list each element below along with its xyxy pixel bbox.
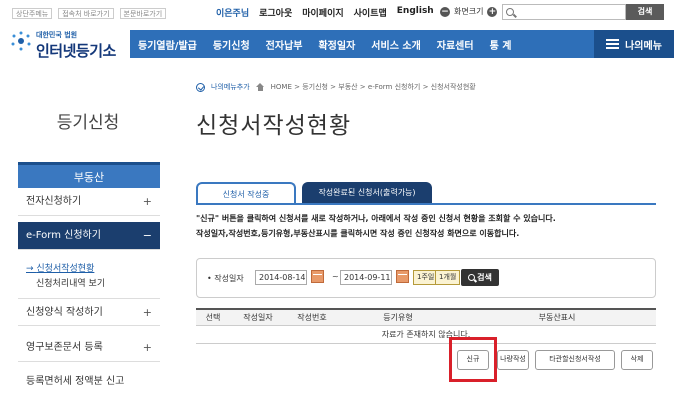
sidebar-sub-item-history[interactable]: 신청처리내역 보기 [36, 276, 105, 289]
calendar-icon[interactable] [396, 270, 409, 283]
sidebar-item-e-application[interactable]: 전자신청하기 + [18, 188, 160, 216]
nav-item-service[interactable]: 서비스 소개 [363, 37, 428, 52]
table-header-row: 선택 작성일자 작성번호 등기유형 부동산표시 [196, 308, 656, 326]
arrow-icon: → [26, 264, 37, 274]
sidebar-item-label: 신청양식 작성하기 [26, 307, 103, 318]
col-number: 작성번호 [286, 308, 338, 326]
description-line-2: 작성일자,작성번호,등기유형,부동산표시를 클릭하시면 작성 중인 신청작성 화… [196, 229, 520, 238]
site-logo[interactable]: 대한민국 법원 인터넷등기소 [10, 28, 128, 60]
other-jurisdiction-button[interactable]: 타관할신청서작성 [535, 350, 615, 370]
user-name: 이은주님 [216, 9, 250, 19]
top-search-button[interactable]: 검색 [626, 4, 664, 20]
skip-link-content[interactable]: 본문바로가기 [119, 8, 167, 19]
breadcrumb: 나의메뉴추가 HOME > 등기신청 > 부동산 > e-Form 신청하기 >… [196, 82, 476, 92]
sidebar-item-label: e-Form 신청하기 [26, 230, 101, 241]
top-search-input[interactable] [502, 4, 626, 20]
col-type: 등기유형 [338, 308, 458, 326]
plus-icon: + [142, 306, 152, 319]
add-my-menu-link[interactable]: 나의메뉴추가 [211, 82, 250, 92]
skip-link-shortcut[interactable]: 접속처 바로가기 [58, 8, 114, 19]
status-tabs: 신청서 작성중 작성완료된 신청서(출력가능) [196, 182, 432, 204]
plus-icon: + [142, 195, 152, 208]
period-month-button[interactable]: 1개월 [435, 270, 461, 285]
skip-link-main-menu[interactable]: 상단주메뉴 [12, 8, 53, 19]
search-filter-box: • 작성일자 2014-08-14 ~ 2014-09-11 1주일 1개월 검… [196, 258, 656, 298]
search-icon [506, 8, 514, 16]
main-nav: 등기열람/발급 등기신청 전자납부 확정일자 서비스 소개 자료센터 통 계 나… [130, 30, 674, 58]
skip-links: 상단주메뉴 접속처 바로가기 본문바로가기 [12, 8, 167, 19]
new-button-highlight [449, 337, 497, 382]
sidebar-item-label: 등록면허세 정액분 신고 [26, 376, 125, 387]
sidebar-item-e-form[interactable]: e-Form 신청하기 − [18, 222, 160, 250]
col-select: 선택 [196, 308, 230, 326]
mypage-link[interactable]: 마이페이지 [302, 6, 343, 19]
logout-link[interactable]: 로그아웃 [259, 6, 292, 19]
plus-icon: + [142, 341, 152, 354]
col-property: 부동산표시 [458, 308, 656, 326]
nav-item-view-issue[interactable]: 등기열람/발급 [130, 37, 205, 52]
user-links: 이은주님 로그아웃 마이페이지 사이트맵 English [216, 6, 434, 19]
menu-icon [606, 39, 620, 49]
font-increase-icon[interactable]: + [487, 6, 498, 17]
date-from-input[interactable]: 2014-08-14 [255, 270, 307, 285]
breadcrumb-path: HOME > 등기신청 > 부동산 > e-Form 신청하기 > 신청서작성현… [270, 83, 476, 91]
sidebar-item-license-tax[interactable]: 등록면허세 정액분 신고 [18, 368, 160, 396]
sidebar-item-label: 영구보존문서 등록 [26, 342, 103, 353]
top-utility-bar: 상단주메뉴 접속처 바로가기 본문바로가기 이은주님 로그아웃 마이페이지 사이… [0, 0, 674, 26]
my-menu-button[interactable]: 나의메뉴 [594, 30, 674, 58]
description-line-1: "신규" 버튼을 클릭하여 신청서를 새로 작성하거나, 아래에서 작성 중인 … [196, 214, 556, 223]
logo-org: 대한민국 법원 [36, 31, 78, 39]
english-link[interactable]: English [397, 6, 434, 19]
sidebar-header[interactable]: 부동산 [18, 162, 160, 188]
date-filter-label: • 작성일자 [207, 274, 244, 283]
search-icon [468, 274, 476, 281]
check-icon [196, 82, 205, 92]
sidebar-item-permanent-doc[interactable]: 영구보존문서 등록 + [18, 334, 160, 362]
font-size-label: 화면크기 [454, 7, 484, 16]
batch-write-button[interactable]: 나량작성 [497, 350, 529, 370]
logo-name: 인터넷등기소 [36, 42, 116, 60]
nav-item-fixed-date[interactable]: 확정일자 [310, 37, 363, 52]
sidebar-sub-item-label: 신청서작성현황 [36, 264, 95, 274]
sitemap-link[interactable]: 사이트맵 [354, 6, 387, 19]
court-emblem-icon [11, 31, 31, 51]
page-title: 신청서작성현황 [196, 113, 352, 139]
filter-search-label: 검색 [477, 273, 492, 282]
nav-item-registration[interactable]: 등기신청 [205, 37, 258, 52]
table-empty-message: 자료가 존재하지 않습니다. [196, 325, 656, 344]
my-menu-label: 나의메뉴 [625, 40, 662, 52]
sidebar-item-form-write[interactable]: 신청양식 작성하기 + [18, 298, 160, 326]
sidebar-title: 등기신청 [56, 113, 120, 133]
nav-item-resources[interactable]: 자료센터 [429, 37, 482, 52]
filter-search-button[interactable]: 검색 [461, 269, 499, 286]
application-table: 선택 작성일자 작성번호 등기유형 부동산표시 자료가 존재하지 않습니다. [196, 308, 656, 344]
sidebar-sub-item-status[interactable]: → 신청서작성현황 [26, 261, 94, 274]
sidebar-item-label: 전자신청하기 [26, 196, 82, 207]
font-decrease-icon[interactable]: − [440, 6, 450, 17]
col-date: 작성일자 [230, 308, 286, 326]
nav-item-stats[interactable]: 통 계 [482, 37, 520, 52]
calendar-icon[interactable] [311, 270, 324, 283]
font-size-control: − 화면크기 + [440, 6, 498, 17]
minus-icon: − [142, 229, 152, 242]
nav-item-e-payment[interactable]: 전자납부 [258, 37, 311, 52]
tab-completed[interactable]: 작성완료된 신청서(출력가능) [302, 182, 432, 204]
table-row: 자료가 존재하지 않습니다. [196, 325, 656, 344]
date-range-separator: ~ [332, 272, 339, 281]
date-to-input[interactable]: 2014-09-11 [340, 270, 392, 285]
home-icon [255, 83, 265, 91]
tab-divider [196, 203, 656, 205]
tab-in-progress[interactable]: 신청서 작성중 [196, 182, 296, 204]
delete-button[interactable]: 삭제 [621, 350, 653, 370]
